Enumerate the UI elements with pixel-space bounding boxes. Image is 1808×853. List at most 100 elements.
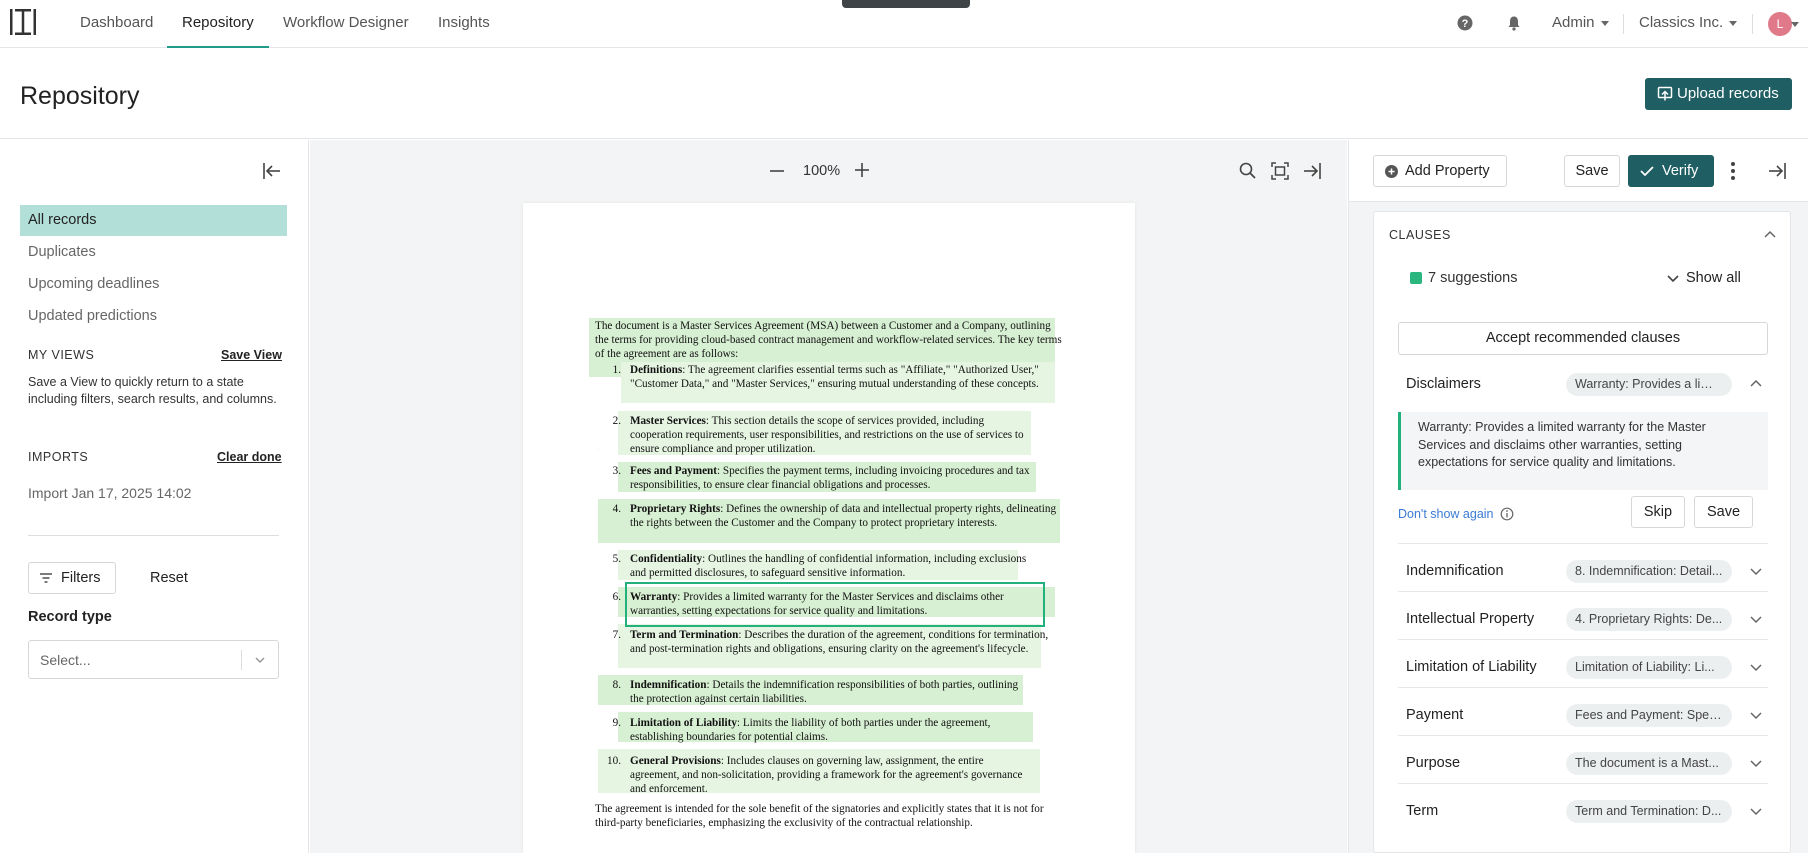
divider	[1398, 639, 1768, 640]
list-item[interactable]: Definitions: The agreement clarifies ess…	[630, 364, 1055, 392]
sidebar-item-upcoming-deadlines[interactable]: Upcoming deadlines	[20, 269, 287, 300]
list-item[interactable]: Limitation of Liability: Limits the liab…	[630, 717, 1040, 745]
chevron-down-icon[interactable]	[1749, 756, 1763, 770]
zoom-in-icon[interactable]	[853, 161, 871, 179]
admin-menu-label: Admin	[1552, 14, 1595, 31]
chevron-down-icon[interactable]	[1749, 660, 1763, 674]
list-item[interactable]: Term and Termination: Describes the dura…	[630, 629, 1050, 657]
collapse-panel-icon[interactable]	[1767, 162, 1787, 180]
list-item[interactable]: Indemnification: Details the indemnifica…	[630, 679, 1030, 707]
clause-value-chip[interactable]: Warranty: Provides a limi...	[1566, 373, 1732, 396]
save-view-help-text: Save a View to quickly return to a state…	[28, 375, 277, 406]
skip-button[interactable]: Skip	[1631, 496, 1685, 528]
clause-value-chip[interactable]: Limitation of Liability: Li...	[1566, 656, 1732, 679]
tab-repository[interactable]: Repository	[167, 0, 269, 48]
clause-value-chip[interactable]: Fees and Payment: Spec...	[1566, 704, 1732, 727]
chevron-down-icon[interactable]	[1749, 612, 1763, 626]
clause-value-chip[interactable]: 4. Proprietary Rights: De...	[1566, 608, 1732, 631]
list-item[interactable]: Confidentiality: Outlines the handling o…	[630, 553, 1030, 581]
sidebar-item-all-records[interactable]: All records	[20, 205, 287, 236]
tab-dashboard[interactable]: Dashboard	[80, 0, 153, 48]
clause-value-chip[interactable]: The document is a Mast...	[1566, 752, 1732, 775]
collapse-left-icon[interactable]	[262, 162, 282, 180]
app-logo-icon[interactable]	[9, 7, 37, 37]
chevron-down-icon[interactable]	[1749, 804, 1763, 818]
sidebar-item-updated-predictions[interactable]: Updated predictions	[20, 301, 287, 332]
dont-show-again-link[interactable]: Don't show again	[1398, 507, 1514, 521]
info-icon	[1500, 507, 1513, 521]
save-suggestion-button[interactable]: Save	[1694, 496, 1753, 528]
record-type-select[interactable]: Select...	[28, 640, 279, 679]
clause-label-indemnification[interactable]: Indemnification	[1406, 563, 1504, 579]
add-property-button[interactable]: Add Property	[1373, 155, 1507, 187]
tab-workflow-designer[interactable]: Workflow Designer	[283, 0, 409, 48]
clause-term: Confidentiality	[630, 553, 703, 565]
clause-term: Definitions	[630, 364, 683, 376]
tab-insights[interactable]: Insights	[438, 0, 490, 48]
list-number: 9.	[612, 717, 621, 729]
verify-label: Verify	[1662, 163, 1699, 179]
add-property-label: Add Property	[1405, 163, 1490, 179]
clause-term: Proprietary Rights	[630, 503, 721, 515]
save-button[interactable]: Save	[1564, 155, 1620, 187]
clear-done-link[interactable]: Clear done	[217, 450, 282, 464]
zoom-level: 100%	[803, 163, 841, 179]
reset-button[interactable]: Reset	[150, 562, 188, 594]
clause-label-disclaimers[interactable]: Disclaimers	[1406, 376, 1481, 392]
clause-label-payment[interactable]: Payment	[1406, 707, 1463, 723]
my-views-heading: MY VIEWS	[28, 348, 95, 362]
list-item[interactable]: Fees and Payment: Specifies the payment …	[630, 465, 1045, 493]
list-number: 8.	[612, 679, 621, 691]
import-item[interactable]: Import Jan 17, 2025 14:02	[28, 485, 191, 501]
record-type-placeholder: Select...	[40, 652, 91, 668]
zoom-out-icon[interactable]	[768, 162, 786, 180]
collapse-right-icon[interactable]	[1302, 161, 1322, 181]
clause-label-purpose[interactable]: Purpose	[1406, 755, 1460, 771]
fit-page-icon[interactable]	[1270, 161, 1290, 181]
dont-show-again-label: Don't show again	[1398, 507, 1494, 521]
clause-label-limitation-of-liability[interactable]: Limitation of Liability	[1406, 659, 1537, 675]
save-view-link[interactable]: Save View	[221, 348, 282, 362]
list-number: 5.	[612, 553, 621, 565]
clause-label-intellectual-property[interactable]: Intellectual Property	[1406, 611, 1534, 627]
suggestions-label: 7 suggestions	[1428, 270, 1518, 286]
clause-value-chip[interactable]: 8. Indemnification: Detail...	[1566, 560, 1732, 583]
filters-button[interactable]: Filters	[28, 562, 116, 594]
list-item[interactable]: Proprietary Rights: Defines the ownershi…	[630, 503, 1060, 531]
upload-records-button[interactable]: Upload records	[1645, 78, 1792, 110]
list-number: 2.	[612, 415, 621, 427]
clause-value-chip[interactable]: Term and Termination: D...	[1566, 800, 1732, 823]
clause-term: Indemnification	[630, 679, 707, 691]
left-sidebar: All records Duplicates Upcoming deadline…	[0, 140, 309, 853]
help-icon[interactable]: ?	[1457, 15, 1473, 31]
divider	[241, 650, 242, 670]
clauses-heading: CLAUSES	[1389, 228, 1451, 242]
suggestions-count: 7 suggestions	[1410, 270, 1517, 286]
accept-recommended-clauses-button[interactable]: Accept recommended clauses	[1398, 322, 1768, 355]
verify-button[interactable]: Verify	[1628, 155, 1714, 187]
org-menu[interactable]: Classics Inc.	[1639, 0, 1738, 48]
chevron-up-icon[interactable]	[1749, 377, 1763, 391]
caret-down-icon[interactable]	[1791, 22, 1799, 27]
show-all-toggle[interactable]: Show all	[1664, 270, 1741, 286]
avatar[interactable]: L	[1768, 12, 1792, 36]
clause-label-term[interactable]: Term	[1406, 803, 1438, 819]
chevron-down-icon[interactable]	[1749, 564, 1763, 578]
imports-heading: IMPORTS	[28, 450, 89, 464]
admin-menu[interactable]: Admin	[1552, 0, 1609, 48]
search-icon[interactable]	[1238, 161, 1258, 181]
sidebar-item-duplicates[interactable]: Duplicates	[20, 237, 287, 268]
chevron-up-icon[interactable]	[1763, 228, 1777, 242]
clause-suggestion-detail: Warranty: Provides a limited warranty fo…	[1398, 412, 1768, 490]
upload-records-label: Upload records	[1677, 85, 1779, 102]
plus-circle-icon	[1385, 165, 1398, 178]
chevron-down-icon[interactable]	[1749, 708, 1763, 722]
list-number: 3.	[612, 465, 621, 477]
list-item[interactable]: General Provisions: Includes clauses on …	[630, 755, 1035, 797]
list-item[interactable]: Warranty: Provides a limited warranty fo…	[630, 591, 1055, 619]
clause-term: Warranty	[630, 591, 678, 603]
more-options-icon[interactable]	[1730, 160, 1736, 182]
list-item[interactable]: Master Services: This section details th…	[630, 415, 1030, 457]
document-page[interactable]: The document is a Master Services Agreem…	[523, 203, 1135, 853]
bell-icon[interactable]	[1506, 15, 1522, 31]
